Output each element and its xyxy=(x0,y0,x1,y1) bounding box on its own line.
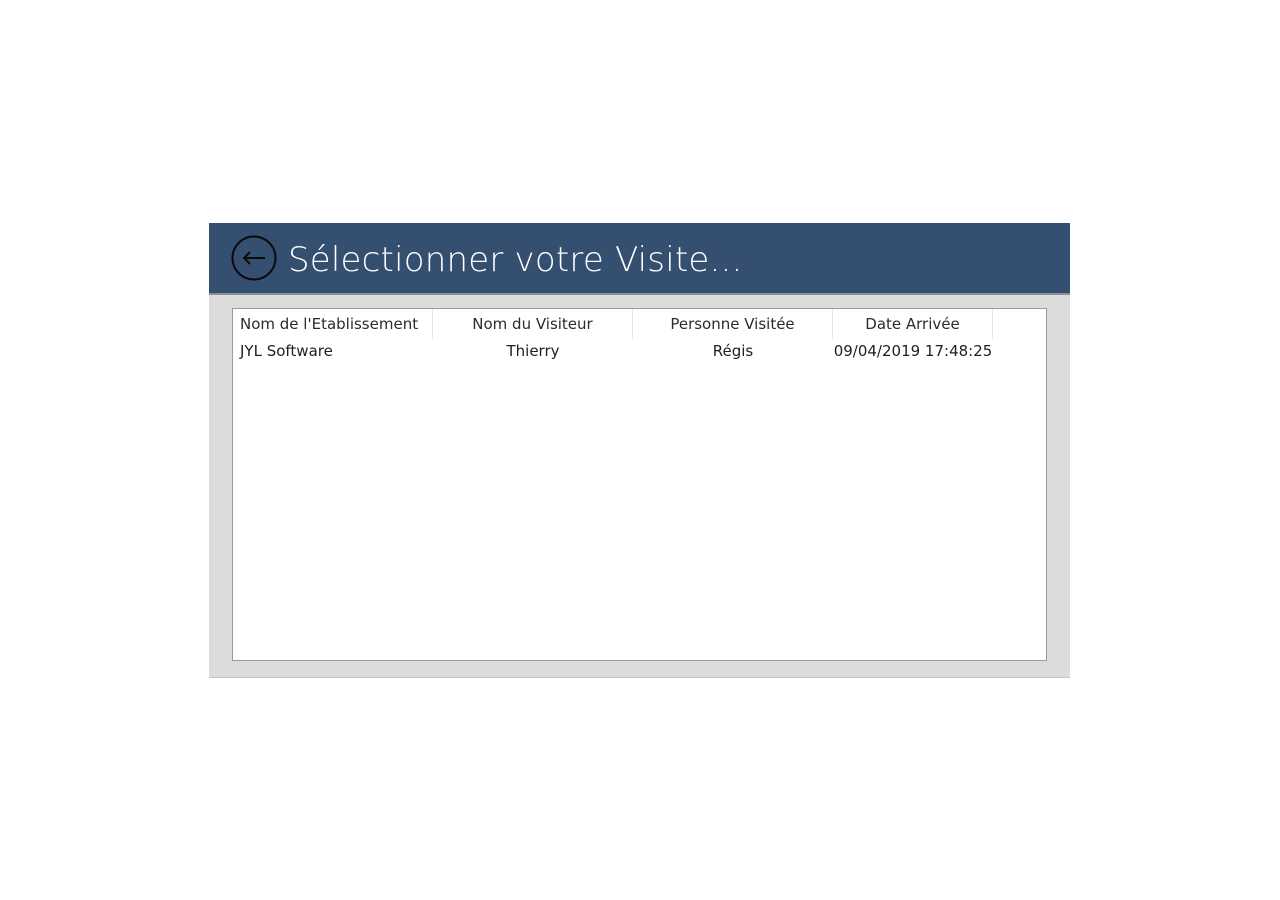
list-rows: JYL Software Thierry Régis 09/04/2019 17… xyxy=(233,339,993,364)
column-header-arrival-date[interactable]: Date Arrivée xyxy=(833,309,993,339)
back-arrow-circle-icon xyxy=(231,235,277,281)
cell-arrival-date: 09/04/2019 17:48:25 xyxy=(833,342,993,360)
column-header-establishment[interactable]: Nom de l'Etablissement xyxy=(233,309,433,339)
visits-list[interactable]: Nom de l'Etablissement Nom du Visiteur P… xyxy=(232,308,1047,661)
page-title: Sélectionner votre Visite... xyxy=(288,240,743,280)
column-header-visited-person[interactable]: Personne Visitée xyxy=(633,309,833,339)
cell-establishment: JYL Software xyxy=(240,342,333,360)
cell-visited-person: Régis xyxy=(712,342,754,360)
dialog-header: Sélectionner votre Visite... xyxy=(209,223,1070,295)
cell-visitor-name: Thierry xyxy=(506,342,560,360)
table-row[interactable]: JYL Software Thierry Régis 09/04/2019 17… xyxy=(233,339,993,364)
list-header: Nom de l'Etablissement Nom du Visiteur P… xyxy=(233,309,993,339)
visit-selection-dialog: Sélectionner votre Visite... Nom de l'Et… xyxy=(209,223,1070,678)
column-header-visitor-name[interactable]: Nom du Visiteur xyxy=(433,309,633,339)
back-button[interactable] xyxy=(231,235,277,281)
